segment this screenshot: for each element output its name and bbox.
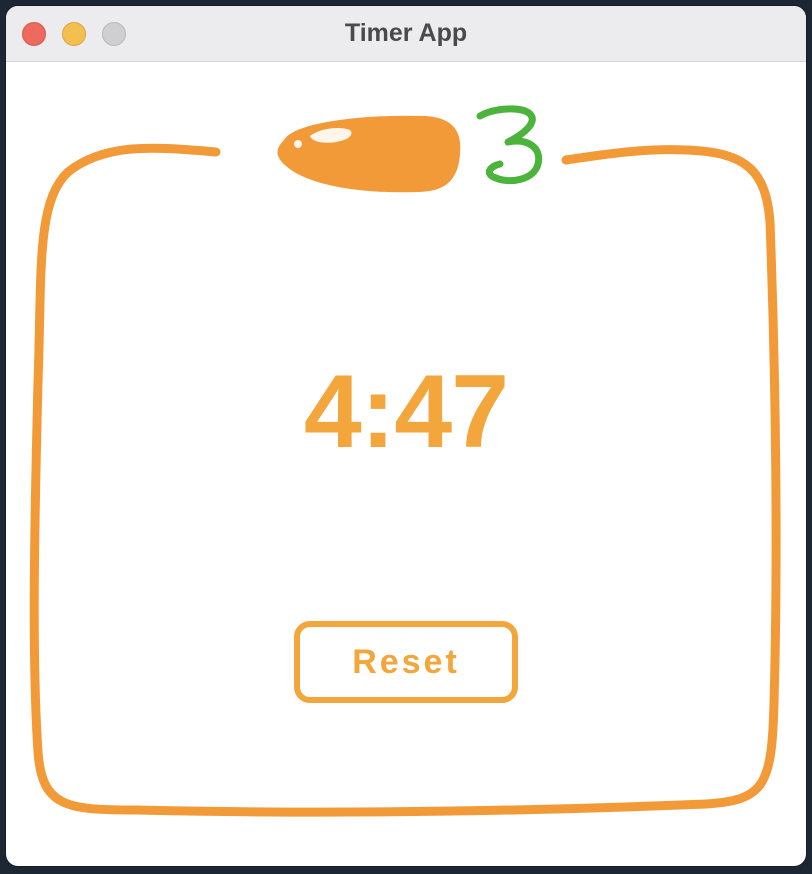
timer-display: 4:47 xyxy=(303,354,509,470)
count-badge-glyph xyxy=(476,105,543,185)
reset-button[interactable]: Reset xyxy=(294,621,518,703)
title-bar: Timer App xyxy=(6,6,806,62)
timer-panel: 3 4:47 Reset xyxy=(6,62,806,866)
app-window: Timer App 3 4:47 Reset xyxy=(6,6,806,866)
count-badge: 3 xyxy=(472,104,548,194)
window-title: Timer App xyxy=(344,19,468,47)
frame-outline xyxy=(29,143,781,817)
pill-indicator-icon xyxy=(277,115,461,193)
